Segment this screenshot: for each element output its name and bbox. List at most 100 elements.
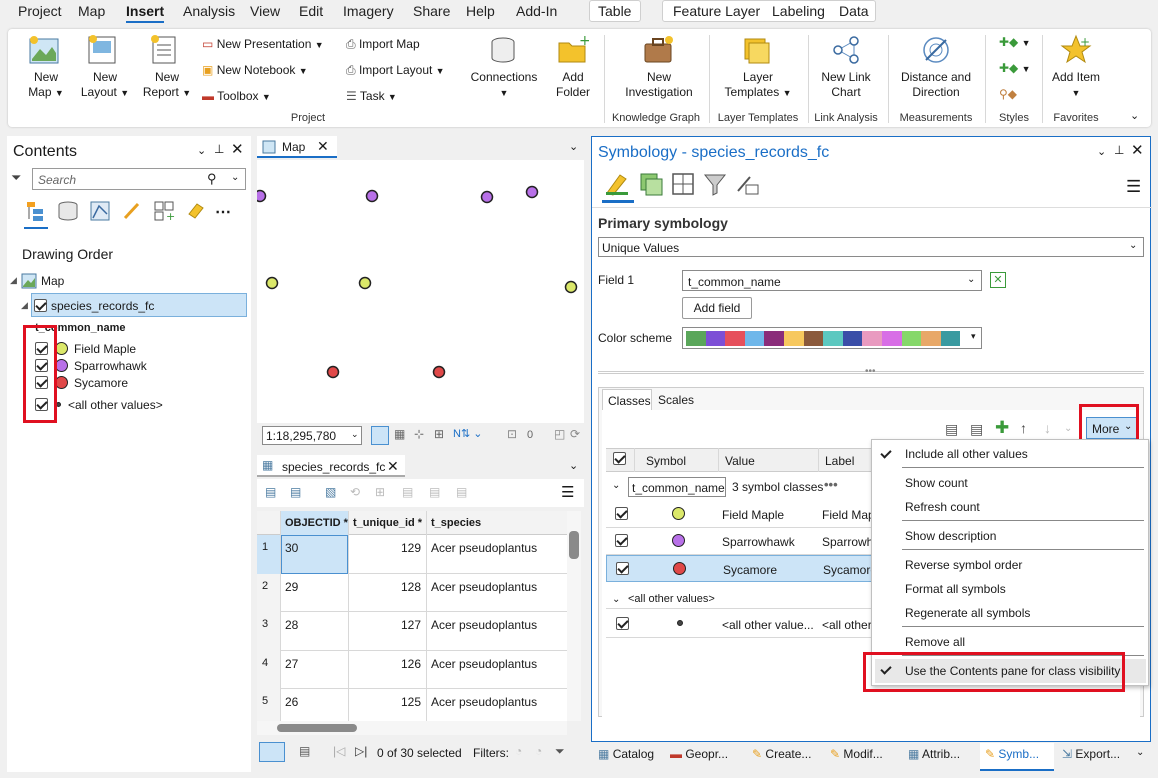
table-row[interactable]: 3 28 127 Acer pseudoplantus [257, 612, 567, 651]
search-icon[interactable]: ⚲ [207, 171, 217, 187]
dock-tab-symbology[interactable]: ✎ Symb... [985, 747, 1039, 761]
add-field-button[interactable]: Add field [682, 297, 752, 319]
cell-objectid[interactable]: 29 [285, 580, 298, 594]
collapse-arrow-icon[interactable]: ◢ [10, 275, 17, 286]
tab-help[interactable]: Help [466, 3, 495, 19]
grid-guides-icon[interactable] [371, 426, 389, 445]
more-options-icon[interactable]: ⋯ [215, 202, 231, 222]
close-icon[interactable]: ✕ [231, 140, 244, 158]
tab-labeling[interactable]: Labeling [772, 3, 825, 19]
north-arrow-icon[interactable]: N⇅ ⌄ [453, 427, 482, 440]
map-point[interactable] [358, 276, 372, 290]
cell-unique-id[interactable]: 126 [353, 657, 421, 671]
time-filter-icon[interactable]: ◔ [515, 744, 522, 758]
add-folder-button[interactable]: Add Folder [548, 70, 598, 100]
menu-item-reverse-symbol-order[interactable]: Reverse symbol order [905, 558, 1022, 572]
menu-item-refresh-count[interactable]: Refresh count [905, 500, 980, 514]
close-icon[interactable]: ✕ [1131, 141, 1144, 159]
column-header-label[interactable]: Label [825, 454, 854, 468]
refresh-icon[interactable]: ⟳ [570, 427, 580, 441]
styles-search-button[interactable]: ⚲◆ [999, 87, 1017, 102]
mask-icon[interactable] [734, 171, 760, 197]
menu-item-show-count[interactable]: Show count [905, 476, 968, 490]
tab-edit[interactable]: Edit [299, 3, 323, 19]
add-field-icon[interactable]: ▤ [265, 485, 276, 499]
symbol-swatch[interactable] [672, 507, 685, 520]
class-value[interactable]: Field Maple [722, 508, 784, 522]
contents-search-box[interactable]: Search ⚲ ⌄ [32, 168, 246, 190]
close-icon[interactable]: ✕ [317, 138, 329, 155]
table-row[interactable]: 4 27 126 Acer pseudoplantus [257, 650, 567, 689]
layer-visibility-checkbox[interactable] [34, 299, 47, 312]
symbol-swatch[interactable] [672, 534, 685, 547]
table-row[interactable]: 2 29 128 Acer pseudoplantus [257, 573, 567, 612]
collapse-arrow-icon[interactable]: ◢ [21, 300, 28, 311]
primary-symbology-icon[interactable] [604, 171, 630, 197]
select-all-checkbox[interactable] [613, 452, 626, 465]
close-icon[interactable]: ✕ [387, 458, 399, 475]
other-values-label[interactable]: <all other [822, 618, 872, 632]
new-link-chart-button[interactable]: New Link Chart [812, 70, 880, 100]
tab-scales[interactable]: Scales [658, 393, 694, 407]
scrollbar-thumb[interactable] [569, 531, 579, 559]
renderer-dropdown[interactable]: Unique Values ⌄ [598, 237, 1144, 257]
row-header[interactable] [257, 573, 280, 612]
map-point[interactable] [525, 185, 539, 199]
column-header-unique-id[interactable]: t_unique_id * [353, 517, 422, 529]
tab-imagery[interactable]: Imagery [343, 3, 394, 19]
connections-button[interactable]: Connections ▼ [470, 70, 538, 101]
menu-item-regenerate-all-symbols[interactable]: Regenerate all symbols [905, 606, 1030, 620]
row-header[interactable] [257, 612, 280, 651]
class-label[interactable]: Sycamore [823, 563, 877, 577]
more-options-icon[interactable]: ••• [824, 477, 838, 492]
new-layout-button[interactable]: New Layout ▼ [80, 70, 130, 101]
snapping-toggle-icon[interactable]: ⊹ [414, 427, 424, 441]
field1-dropdown[interactable]: t_common_name ⌄ [682, 270, 982, 291]
chevron-down-icon[interactable]: ⌄ [569, 459, 578, 472]
map-tab[interactable]: Map ✕ [257, 136, 337, 158]
cell-unique-id[interactable]: 127 [353, 618, 421, 632]
class-label[interactable]: Field Map [822, 508, 875, 522]
symbol-swatch[interactable] [677, 620, 683, 626]
menu-item-include-all-other-values[interactable]: Include all other values [905, 447, 1028, 461]
other-values-checkbox[interactable] [616, 617, 629, 630]
task-button[interactable]: ☰ Task ▼ [346, 89, 397, 105]
menu-item-show-description[interactable]: Show description [905, 529, 996, 543]
chevron-down-icon[interactable]: ⌄ [1136, 747, 1144, 758]
drawing-order-icon[interactable] [25, 200, 47, 222]
tab-add-in[interactable]: Add-In [516, 3, 557, 19]
cell-unique-id[interactable]: 129 [353, 541, 421, 555]
range-filter-icon[interactable]: ◔ [535, 744, 542, 758]
pane-options-icon[interactable]: ⌄ [1097, 145, 1106, 158]
chevron-down-icon[interactable]: ⌄ [569, 140, 578, 153]
cell-objectid[interactable]: 30 [285, 541, 298, 555]
distance-direction-button[interactable]: Distance and Direction [892, 70, 980, 100]
cell-species[interactable]: Acer pseudoplantus [431, 618, 537, 632]
add-class-icon[interactable]: ✚ [995, 418, 1009, 438]
map-point[interactable] [564, 280, 578, 294]
tab-project[interactable]: Project [18, 3, 62, 19]
color-scheme-dropdown[interactable]: ▾ [682, 327, 982, 349]
move-up-icon[interactable]: ↑ [1020, 420, 1027, 436]
styles-change-button[interactable]: ✚◆ ▼ [999, 61, 1031, 77]
tab-map[interactable]: Map [78, 3, 105, 19]
filter-icon[interactable] [702, 171, 728, 197]
column-header-symbol[interactable]: Symbol [646, 454, 686, 468]
map-point[interactable] [480, 190, 494, 204]
labeling-icon[interactable] [185, 200, 207, 222]
cell-objectid[interactable]: 26 [285, 695, 298, 709]
table-row[interactable]: 1 30 129 Acer pseudoplantus [257, 535, 567, 574]
filter-icon[interactable]: ⏷ [555, 744, 565, 759]
menu-item-format-all-symbols[interactable]: Format all symbols [905, 582, 1006, 596]
tab-share[interactable]: Share [413, 3, 450, 19]
cell-unique-id[interactable]: 128 [353, 580, 421, 594]
show-all-records-icon[interactable] [259, 742, 285, 762]
vary-symbology-icon[interactable] [638, 171, 664, 197]
cell-species[interactable]: Acer pseudoplantus [431, 580, 537, 594]
class-label[interactable]: Sparrowh [822, 535, 873, 549]
new-investigation-button[interactable]: New Investigation [616, 70, 702, 100]
pause-drawing-icon[interactable]: ◰ [554, 427, 565, 441]
dock-tab-geoprocessing[interactable]: ▬ Geopr... [670, 747, 728, 761]
contents-options-icon[interactable]: ⌄ [197, 144, 206, 157]
column-header-species[interactable]: t_species [431, 517, 481, 529]
